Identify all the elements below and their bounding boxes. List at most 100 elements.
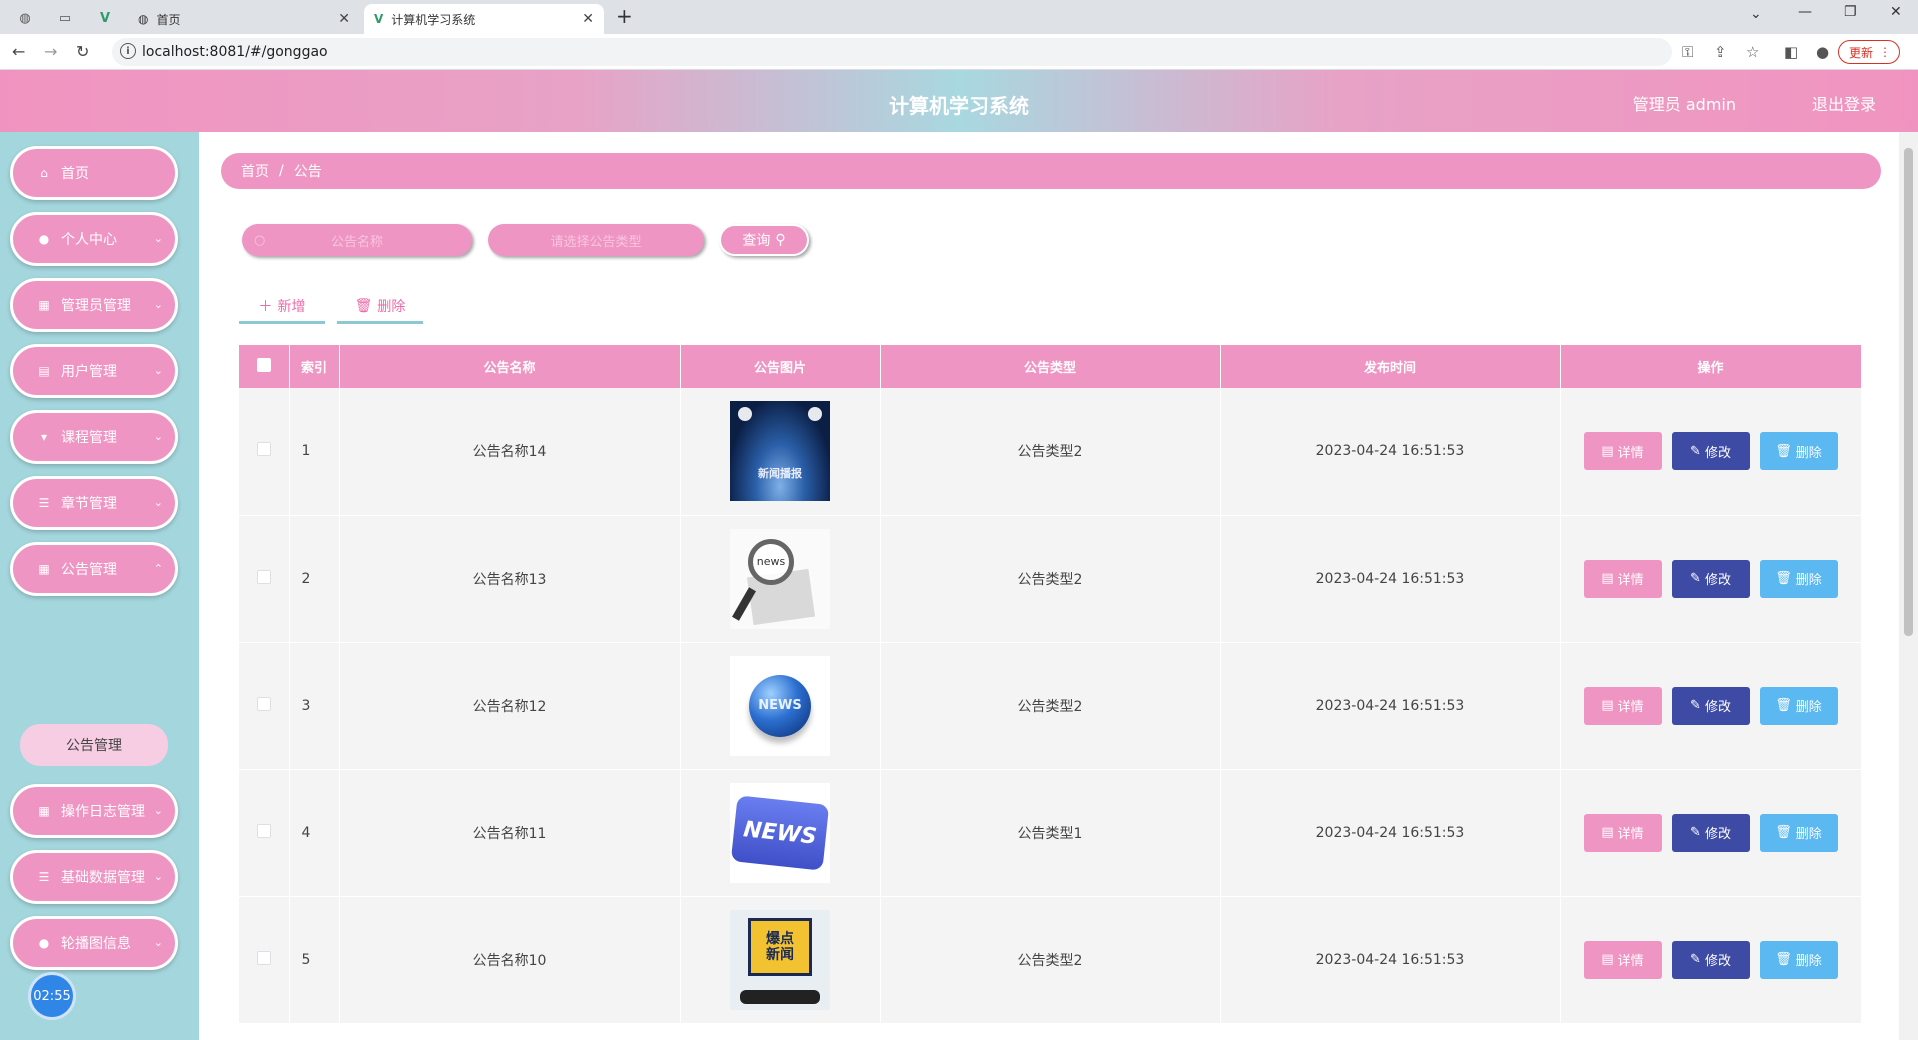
detail-button[interactable]: ▤ 详情 <box>1583 813 1662 852</box>
detail-label: 详情 <box>1617 573 1644 588</box>
pinned-tab-blank-icon[interactable]: ▭ <box>56 9 74 27</box>
close-icon[interactable]: ✕ <box>582 11 594 27</box>
pinned-tab-globe-icon[interactable]: ◍ <box>16 9 34 27</box>
back-icon[interactable]: ← <box>12 42 25 61</box>
image-caption: 新闻播报 <box>758 467 802 481</box>
close-window-icon[interactable]: ✕ <box>1890 4 1902 20</box>
select-all-checkbox[interactable] <box>256 357 271 372</box>
breadcrumb-home[interactable]: 首页 <box>241 161 269 181</box>
profile-icon[interactable]: ● <box>1816 43 1829 61</box>
sidebar-item-label: 用户管理 <box>61 364 117 380</box>
detail-label: 详情 <box>1617 445 1644 461</box>
row-checkbox[interactable] <box>256 696 271 711</box>
row-type: 公告类型2 <box>880 388 1221 516</box>
row-checkbox[interactable] <box>256 569 271 584</box>
chevron-down-icon: ⌄ <box>153 364 163 377</box>
select-all-cell[interactable] <box>239 345 290 388</box>
pinned-tab-vue-icon[interactable]: V <box>96 9 114 27</box>
tab-app[interactable]: V 计算机学习系统 ✕ <box>364 4 604 34</box>
tab-home[interactable]: ◍ 首页 ✕ <box>128 4 360 34</box>
info-icon[interactable]: i <box>120 43 136 59</box>
sidebar-item-admins[interactable]: ▦ 管理员管理 ⌄ <box>10 278 178 332</box>
detail-button[interactable]: ▤ 详情 <box>1583 686 1662 725</box>
close-icon[interactable]: ✕ <box>338 11 350 27</box>
row-time: 2023-04-24 16:51:53 <box>1220 769 1561 897</box>
share-icon[interactable]: ⇪ <box>1714 43 1727 61</box>
notice-image[interactable]: news <box>730 528 830 629</box>
sidebar-item-logs[interactable]: ▦ 操作日志管理 ⌄ <box>10 784 178 838</box>
plus-icon: ＋ <box>258 298 273 315</box>
sidebar-item-label: 基础数据管理 <box>61 870 145 886</box>
sidebar-item-basedata[interactable]: ☰ 基础数据管理 ⌄ <box>10 850 178 904</box>
notice-image[interactable]: 爆点新闻 <box>730 909 830 1010</box>
tab-search-icon[interactable]: ⌄ <box>1750 6 1762 22</box>
batch-delete-button[interactable]: 🗑 删除 <box>337 290 423 324</box>
sidebar-item-chapters[interactable]: ☰ 章节管理 ⌄ <box>10 476 178 530</box>
row-name: 公告名称10 <box>339 896 681 1024</box>
clipboard-icon: ▤ <box>38 364 50 378</box>
edit-button[interactable]: ✎ 修改 <box>1671 432 1750 471</box>
star-icon[interactable]: ☆ <box>1746 43 1759 61</box>
key-icon[interactable]: ⚿ <box>1682 43 1693 61</box>
delete-button[interactable]: 🗑 删除 <box>1759 940 1838 979</box>
edit-button[interactable]: ✎ 修改 <box>1671 559 1750 598</box>
update-button[interactable]: 更新 ⋮ <box>1837 40 1900 64</box>
detail-button[interactable]: ▤ 详情 <box>1583 940 1662 979</box>
row-image-cell: NEWS <box>680 769 881 897</box>
edit-button[interactable]: ✎ 修改 <box>1671 813 1750 852</box>
main-content: 首页 / 公告 ○ 公告名称 请选择公告类型 查询 ⚲ ＋ 新增 🗑 删除 索引… <box>199 132 1899 1040</box>
document-icon: ▤ <box>1601 698 1614 713</box>
logout-link[interactable]: 退出登录 <box>1812 91 1876 115</box>
edit-label: 修改 <box>1704 700 1731 715</box>
detail-button[interactable]: ▤ 详情 <box>1583 432 1662 471</box>
query-button[interactable]: 查询 ⚲ <box>719 224 809 256</box>
column-header-index: 索引 <box>289 345 340 388</box>
minimize-icon[interactable]: — <box>1798 4 1812 20</box>
row-image-cell: news <box>680 515 881 643</box>
column-header-time: 发布时间 <box>1220 345 1561 388</box>
page-scrollbar[interactable] <box>1899 132 1918 1040</box>
reload-icon[interactable]: ↻ <box>76 42 89 61</box>
address-bar[interactable]: i localhost:8081/#/gonggao <box>112 38 1672 66</box>
notice-name-input[interactable]: ○ 公告名称 <box>242 224 472 256</box>
sidebar-item-carousel[interactable]: ● 轮播图信息 ⌄ <box>10 916 178 970</box>
sidebar-item-users[interactable]: ▤ 用户管理 ⌄ <box>10 344 178 398</box>
delete-button[interactable]: 🗑 删除 <box>1759 559 1838 598</box>
add-button[interactable]: ＋ 新增 <box>239 290 325 324</box>
image-caption: NEWS <box>758 698 802 713</box>
scrollbar-thumb[interactable] <box>1904 148 1913 636</box>
notice-image[interactable]: NEWS <box>730 782 830 883</box>
sidebar-item-label: 个人中心 <box>61 232 117 248</box>
name-placeholder: 公告名称 <box>330 234 383 250</box>
sidebar-item-personal[interactable]: ● 个人中心 ⌄ <box>10 212 178 266</box>
new-tab-icon[interactable]: + <box>616 4 633 28</box>
delete-button[interactable]: 🗑 删除 <box>1759 686 1838 725</box>
detail-button[interactable]: ▤ 详情 <box>1583 559 1662 598</box>
detail-label: 详情 <box>1617 954 1644 969</box>
sidebar-item-label: 轮播图信息 <box>61 936 131 952</box>
delete-label: 删除 <box>1795 700 1822 715</box>
sidepanel-icon[interactable]: ◧ <box>1784 43 1798 61</box>
forward-icon[interactable]: → <box>44 42 57 61</box>
notice-type-select[interactable]: 请选择公告类型 <box>488 224 704 256</box>
sidebar-item-courses[interactable]: ▾ 课程管理 ⌄ <box>10 410 178 464</box>
notice-image[interactable]: 新闻播报 <box>730 401 830 502</box>
edit-button[interactable]: ✎ 修改 <box>1671 940 1750 979</box>
notice-image[interactable]: NEWS <box>730 655 830 756</box>
sidebar-item-home[interactable]: ⌂ 首页 <box>10 146 178 200</box>
sidebar-item-notices[interactable]: ▦ 公告管理 ⌃ <box>10 542 178 596</box>
badge-shape: 爆点新闻 <box>748 917 812 976</box>
row-checkbox[interactable] <box>256 823 271 838</box>
podium-icon: ▾ <box>40 430 48 444</box>
row-checkbox[interactable] <box>256 442 271 457</box>
sidebar-subitem-notice-management[interactable]: 公告管理 <box>20 724 168 766</box>
row-index: 2 <box>289 515 340 643</box>
edit-button[interactable]: ✎ 修改 <box>1671 686 1750 725</box>
row-checkbox[interactable] <box>256 950 271 965</box>
user-icon: ● <box>38 232 50 246</box>
row-name: 公告名称12 <box>339 642 681 770</box>
delete-button[interactable]: 🗑 删除 <box>1759 813 1838 852</box>
list-icon: ☰ <box>38 870 50 884</box>
maximize-icon[interactable]: ❐ <box>1844 4 1857 20</box>
delete-button[interactable]: 🗑 删除 <box>1759 432 1838 471</box>
